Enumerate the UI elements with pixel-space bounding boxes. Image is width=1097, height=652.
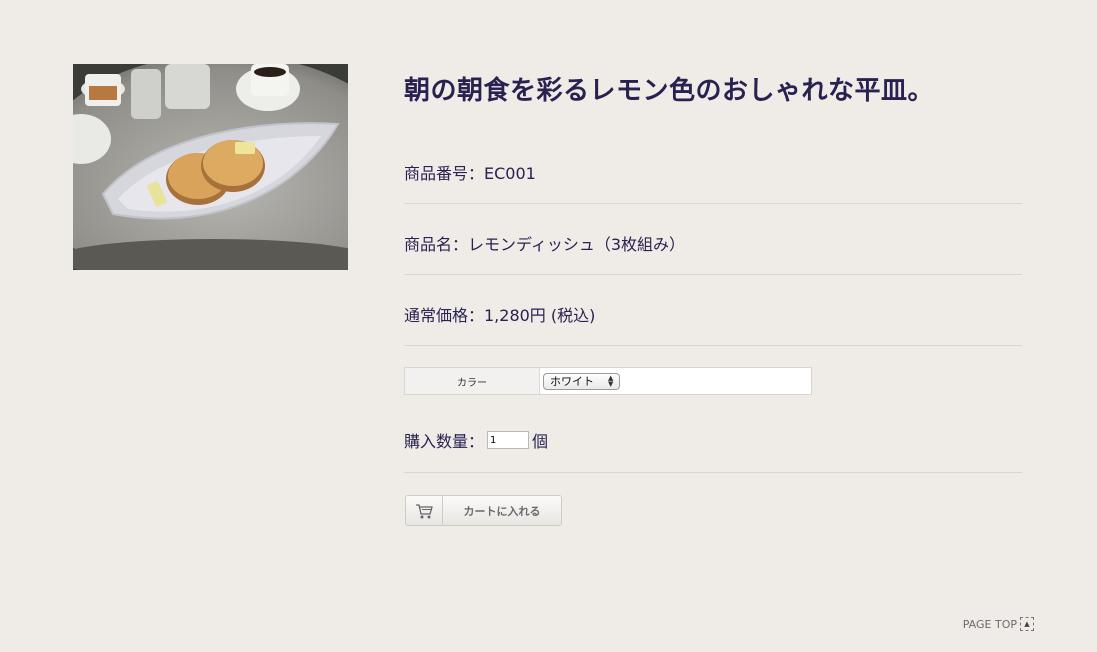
quantity-unit: 個 — [532, 432, 549, 451]
divider — [404, 345, 1022, 346]
select-arrows-icon: ▲ ▼ — [608, 374, 614, 388]
page-top-link[interactable]: PAGE TOP ▲ — [963, 617, 1034, 631]
product-name-text: 商品名：レモンディッシュ（3枚組み） — [404, 235, 686, 254]
product-price: 通常価格：1,280円 (税込) — [404, 302, 1022, 346]
variant-value-cell: ホワイト ▲ ▼ — [540, 368, 621, 394]
color-select-value: ホワイト — [550, 375, 594, 388]
product-price-text: 通常価格：1,280円 (税込) — [404, 306, 596, 325]
product-title: 朝の朝食を彩るレモン色のおしゃれな平皿。 — [404, 76, 935, 106]
product-code: 商品番号：EC001 — [404, 160, 1022, 204]
quantity-label: 購入数量： — [404, 432, 485, 451]
quantity-input[interactable] — [487, 431, 530, 449]
variant-table: カラー ホワイト ▲ ▼ — [404, 367, 812, 395]
add-to-cart-button[interactable]: カートに入れる — [405, 495, 562, 526]
page-top-label: PAGE TOP — [962, 617, 1017, 631]
add-to-cart-label: カートに入れる — [463, 504, 541, 518]
variant-label: カラー — [405, 368, 540, 394]
product-code-text: 商品番号：EC001 — [404, 164, 536, 183]
divider — [404, 472, 1022, 473]
divider — [404, 274, 1022, 275]
product-image — [73, 64, 348, 270]
quantity-row: 購入数量： 個 — [404, 428, 548, 452]
color-select[interactable]: ホワイト ▲ ▼ — [543, 372, 621, 390]
divider — [404, 203, 1022, 204]
product-name: 商品名：レモンディッシュ（3枚組み） — [404, 231, 1022, 275]
cart-icon — [406, 496, 443, 525]
arrow-up-icon: ▲ — [1020, 617, 1034, 631]
